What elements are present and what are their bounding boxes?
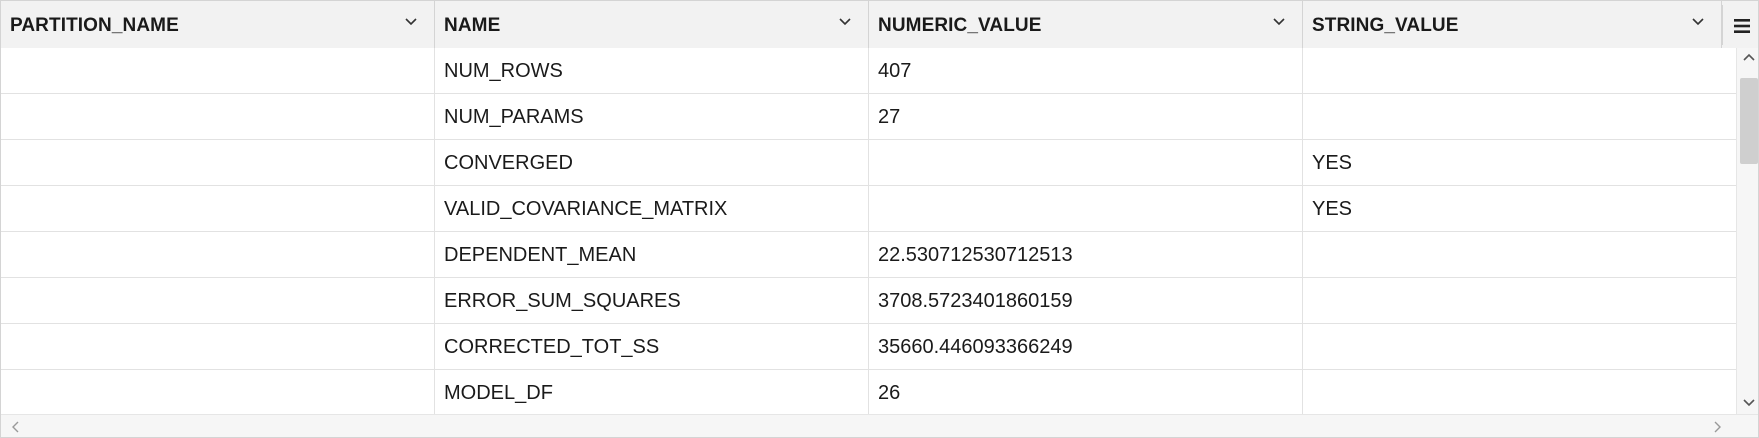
name-cell[interactable]: NUM_ROWS bbox=[435, 48, 869, 94]
string-value-cell[interactable] bbox=[1303, 324, 1736, 370]
grid-menu-button[interactable] bbox=[1722, 5, 1758, 45]
name-cell[interactable]: CORRECTED_TOT_SS bbox=[435, 324, 869, 370]
column-header-label: NUMERIC_VALUE bbox=[878, 15, 1042, 36]
vertical-scroll-thumb[interactable] bbox=[1740, 78, 1758, 164]
partition-name-cell[interactable] bbox=[1, 278, 435, 324]
partition-name-cell[interactable] bbox=[1, 48, 435, 94]
numeric-value-cell[interactable] bbox=[869, 140, 1303, 186]
arrow-right-icon[interactable] bbox=[1712, 421, 1722, 433]
column-header-label: STRING_VALUE bbox=[1312, 15, 1459, 36]
chevron-down-icon[interactable] bbox=[1272, 15, 1286, 29]
string-value-cell[interactable] bbox=[1303, 370, 1736, 414]
vertical-scrollbar[interactable] bbox=[1736, 48, 1758, 414]
column-header-label: NAME bbox=[444, 15, 501, 36]
numeric-value-cell[interactable]: 22.530712530712513 bbox=[869, 232, 1303, 278]
partition-name-cell[interactable] bbox=[1, 232, 435, 278]
name-cell[interactable]: NUM_PARAMS bbox=[435, 94, 869, 140]
column-header-numeric-value[interactable]: NUMERIC_VALUE bbox=[869, 1, 1303, 48]
partition-name-cell[interactable] bbox=[1, 370, 435, 414]
column-header-string-value[interactable]: STRING_VALUE bbox=[1303, 1, 1722, 48]
name-cell[interactable]: ERROR_SUM_SQUARES bbox=[435, 278, 869, 324]
string-value-cell[interactable] bbox=[1303, 94, 1736, 140]
table-row[interactable]: CORRECTED_TOT_SS 35660.446093366249 bbox=[1, 324, 1736, 370]
partition-name-cell[interactable] bbox=[1, 186, 435, 232]
string-value-cell[interactable]: YES bbox=[1303, 140, 1736, 186]
table-row[interactable]: NUM_ROWS 407 bbox=[1, 48, 1736, 94]
arrow-down-icon[interactable] bbox=[1743, 398, 1755, 408]
chevron-down-icon[interactable] bbox=[838, 15, 852, 29]
partition-name-cell[interactable] bbox=[1, 324, 435, 370]
table-row[interactable]: MODEL_DF 26 bbox=[1, 370, 1736, 414]
string-value-cell[interactable] bbox=[1303, 232, 1736, 278]
partition-name-cell[interactable] bbox=[1, 94, 435, 140]
grid-body: NUM_ROWS 407 NUM_PARAMS 27 CONVERGED YES… bbox=[1, 48, 1736, 414]
results-grid: PARTITION_NAME NAME NUMERIC_VALUE STRING… bbox=[0, 0, 1759, 438]
horizontal-scrollbar[interactable] bbox=[1, 414, 1758, 437]
numeric-value-cell[interactable]: 27 bbox=[869, 94, 1303, 140]
arrow-up-icon[interactable] bbox=[1743, 52, 1755, 62]
numeric-value-cell[interactable] bbox=[869, 186, 1303, 232]
name-cell[interactable]: CONVERGED bbox=[435, 140, 869, 186]
name-cell[interactable]: DEPENDENT_MEAN bbox=[435, 232, 869, 278]
numeric-value-cell[interactable]: 407 bbox=[869, 48, 1303, 94]
table-row[interactable]: NUM_PARAMS 27 bbox=[1, 94, 1736, 140]
column-header-label: PARTITION_NAME bbox=[10, 15, 179, 36]
chevron-down-icon[interactable] bbox=[1691, 15, 1705, 29]
name-cell[interactable]: MODEL_DF bbox=[435, 370, 869, 414]
string-value-cell[interactable] bbox=[1303, 48, 1736, 94]
table-row[interactable]: DEPENDENT_MEAN 22.530712530712513 bbox=[1, 232, 1736, 278]
column-header-partition-name[interactable]: PARTITION_NAME bbox=[1, 1, 435, 48]
string-value-cell[interactable]: YES bbox=[1303, 186, 1736, 232]
hamburger-menu-icon bbox=[1734, 19, 1750, 33]
arrow-left-icon[interactable] bbox=[11, 421, 21, 433]
name-cell[interactable]: VALID_COVARIANCE_MATRIX bbox=[435, 186, 869, 232]
numeric-value-cell[interactable]: 3708.5723401860159 bbox=[869, 278, 1303, 324]
numeric-value-cell[interactable]: 26 bbox=[869, 370, 1303, 414]
numeric-value-cell[interactable]: 35660.446093366249 bbox=[869, 324, 1303, 370]
table-row[interactable]: CONVERGED YES bbox=[1, 140, 1736, 186]
chevron-down-icon[interactable] bbox=[404, 15, 418, 29]
partition-name-cell[interactable] bbox=[1, 140, 435, 186]
column-header-name[interactable]: NAME bbox=[435, 1, 869, 48]
string-value-cell[interactable] bbox=[1303, 278, 1736, 324]
table-row[interactable]: ERROR_SUM_SQUARES 3708.5723401860159 bbox=[1, 278, 1736, 324]
grid-header: PARTITION_NAME NAME NUMERIC_VALUE STRING… bbox=[1, 1, 1758, 49]
table-row[interactable]: VALID_COVARIANCE_MATRIX YES bbox=[1, 186, 1736, 232]
